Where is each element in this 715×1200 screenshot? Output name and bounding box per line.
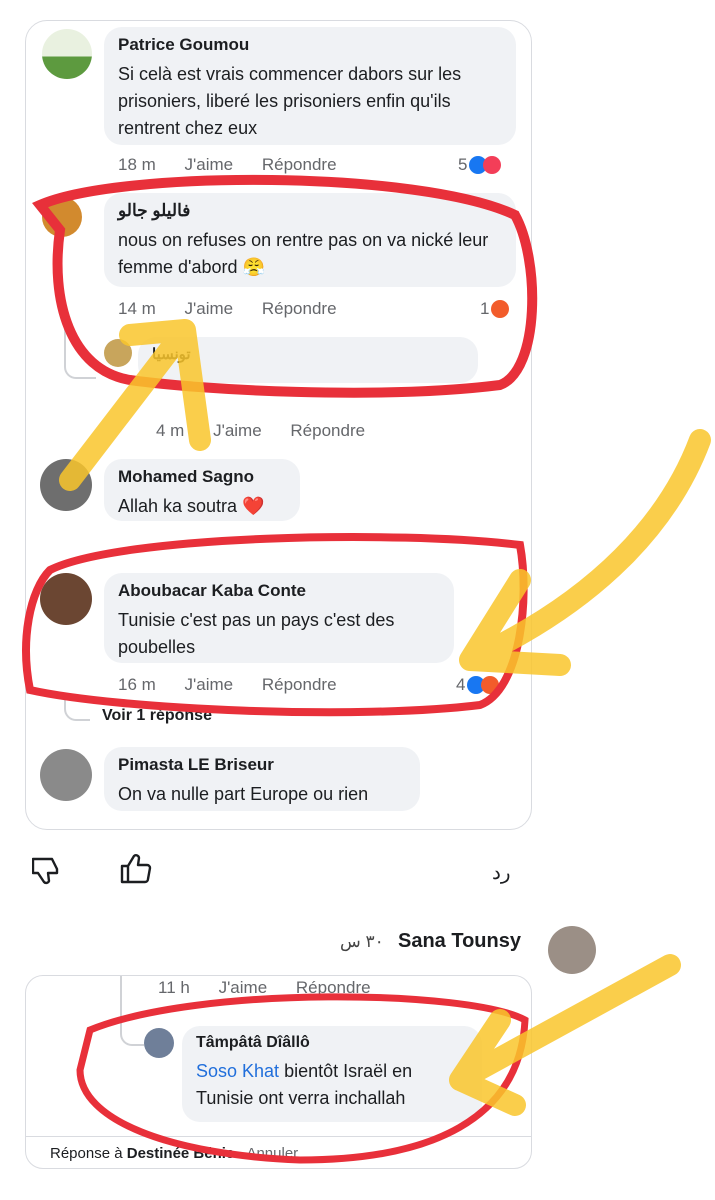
avatar[interactable] xyxy=(42,197,82,237)
avatar[interactable] xyxy=(40,573,92,625)
comment-actions: 18 m J'aime Répondre xyxy=(118,155,361,175)
reaction-count: 5 xyxy=(458,155,468,174)
comment-actions: 16 m J'aime Répondre xyxy=(118,675,361,695)
comment-text: Tunisie c'est pas un pays c'est des poub… xyxy=(118,610,395,657)
like-button[interactable]: J'aime xyxy=(213,421,262,440)
replying-to-name[interactable]: Destinée Bénie xyxy=(127,1145,235,1162)
thread-line xyxy=(64,321,96,379)
thread-line xyxy=(120,1016,144,1046)
comment-author[interactable]: Pimasta LE Briseur xyxy=(118,755,406,775)
reaction-summary[interactable]: 1 xyxy=(480,299,510,319)
like-button[interactable]: J'aime xyxy=(185,299,234,318)
avatar[interactable] xyxy=(40,459,92,511)
comment-author[interactable]: Patrice Goumou xyxy=(118,35,502,55)
reply-button[interactable]: Répondre xyxy=(262,675,337,694)
comment-actions: 14 m J'aime Répondre xyxy=(118,299,361,319)
avatar[interactable] xyxy=(40,749,92,801)
reply-card: 11 h J'aime Répondre Tâmpâtâ Dîâllô Soso… xyxy=(25,975,532,1169)
replying-to-label: Réponse à xyxy=(50,1145,123,1162)
comment-text: Si celà est vrais commencer dabors sur l… xyxy=(118,64,462,138)
like-button[interactable]: J'aime xyxy=(185,675,234,694)
comment-time: 18 m xyxy=(118,155,156,174)
reply-button[interactable]: Répondre xyxy=(296,978,371,997)
avatar[interactable] xyxy=(104,339,132,367)
reaction-summary[interactable]: 5 xyxy=(458,155,502,175)
angry-reaction-icon xyxy=(481,676,500,694)
reply-text: Soso Khat bientôt Israël en Tunisie ont … xyxy=(196,1058,468,1112)
thumbs-down-icon[interactable] xyxy=(32,855,64,887)
reply-actions: 4 m J'aime Répondre xyxy=(156,421,389,441)
love-reaction-icon xyxy=(483,156,502,174)
cancel-reply-link[interactable]: Annuler xyxy=(246,1145,298,1162)
comment-author[interactable]: Aboubacar Kaba Conte xyxy=(118,581,440,601)
thread-line xyxy=(64,697,90,721)
reply-author[interactable]: تونسيا xyxy=(152,345,464,363)
comment-bubble: Mohamed Sagno Allah ka soutra ❤️ xyxy=(104,459,300,521)
comment-time: 16 m xyxy=(118,675,156,694)
reaction-count: 4 xyxy=(456,675,466,694)
comment-bubble: Aboubacar Kaba Conte Tunisie c'est pas u… xyxy=(104,573,454,663)
comment-bubble: Patrice Goumou Si celà est vrais commenc… xyxy=(104,27,516,145)
reaction-summary[interactable]: 4 xyxy=(456,675,500,695)
like-button[interactable]: J'aime xyxy=(185,155,234,174)
comment-bubble: Pimasta LE Briseur On va nulle part Euro… xyxy=(104,747,420,811)
commenter-time: ٣٠ س xyxy=(340,932,384,951)
thumbs-up-icon[interactable] xyxy=(118,852,152,886)
comments-card: Patrice Goumou Si celà est vrais commenc… xyxy=(25,20,532,830)
comment-text: nous on refuses on rentre pas on va nick… xyxy=(118,230,489,277)
reply-author[interactable]: Tâmpâtâ Dîâllô xyxy=(196,1034,468,1052)
comment-author[interactable]: Mohamed Sagno xyxy=(118,467,286,487)
avatar[interactable] xyxy=(144,1028,174,1058)
reply-button[interactable]: Répondre xyxy=(290,421,365,440)
reply-label[interactable]: رد xyxy=(492,860,511,885)
avatar[interactable] xyxy=(42,29,92,79)
comment-author[interactable]: فاليلو جالو xyxy=(118,201,502,221)
comment-bubble: فاليلو جالو nous on refuses on rentre pa… xyxy=(104,193,516,287)
angry-reaction-icon xyxy=(491,300,510,318)
comment-time: 14 m xyxy=(118,299,156,318)
mention-link[interactable]: Soso Khat xyxy=(196,1061,279,1081)
comment-actions: 11 h J'aime Répondre xyxy=(158,978,395,998)
avatar[interactable] xyxy=(548,926,596,974)
commenter-name[interactable]: Sana Tounsy xyxy=(398,930,521,953)
like-button[interactable]: J'aime xyxy=(219,978,268,997)
reply-bubble: تونسيا xyxy=(138,337,478,383)
reply-time: 4 m xyxy=(156,421,185,440)
comment-time: 11 h xyxy=(158,978,190,997)
replying-to-bar: Réponse à Destinée Bénie Annuler xyxy=(26,1136,531,1168)
reply-bubble: Tâmpâtâ Dîâllô Soso Khat bientôt Israël … xyxy=(182,1026,482,1122)
reply-button[interactable]: Répondre xyxy=(262,299,337,318)
comment-text: On va nulle part Europe ou rien xyxy=(118,784,369,804)
reply-button[interactable]: Répondre xyxy=(262,155,337,174)
view-replies-link[interactable]: Voir 1 réponse xyxy=(102,707,212,725)
comment-text: Allah ka soutra ❤️ xyxy=(118,496,265,516)
reaction-count: 1 xyxy=(480,299,490,318)
